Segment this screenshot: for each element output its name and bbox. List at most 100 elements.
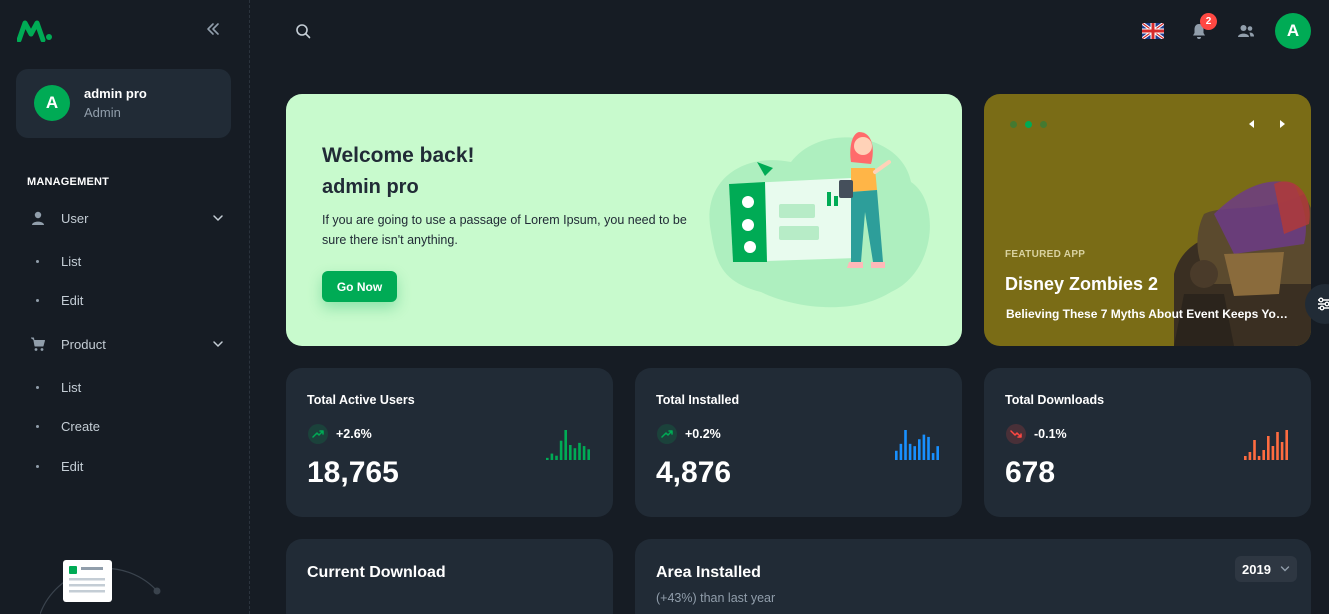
contacts-icon[interactable] bbox=[1237, 23, 1255, 39]
welcome-card: Welcome back! admin pro If you are going… bbox=[286, 94, 962, 346]
trending-up-icon bbox=[308, 424, 328, 444]
sidebar: A admin pro Admin MANAGEMENT User List E… bbox=[0, 0, 250, 614]
sidebar-item-label: Product bbox=[61, 336, 106, 352]
avatar: A bbox=[34, 85, 70, 121]
sparkline-bar bbox=[587, 449, 590, 460]
stat-title: Total Downloads bbox=[1005, 393, 1105, 407]
sparkline-bar bbox=[569, 445, 572, 460]
bullet-icon bbox=[36, 298, 39, 302]
chevron-down-icon bbox=[213, 215, 223, 222]
sidebar-item-product[interactable]: Product bbox=[16, 326, 234, 362]
logo-icon[interactable] bbox=[17, 20, 53, 42]
area-installed-card: Area Installed (+43%) than last year 201… bbox=[635, 539, 1311, 614]
featured-tag: FEATURED APP bbox=[1005, 249, 1086, 260]
sidebar-subitem-user-list[interactable]: List bbox=[16, 244, 234, 278]
account-avatar[interactable]: A bbox=[1275, 13, 1311, 49]
carousel-dot-active[interactable] bbox=[1025, 121, 1032, 128]
sparkline-bar bbox=[1280, 442, 1284, 460]
chevron-down-icon bbox=[1280, 566, 1290, 572]
carousel-dot[interactable] bbox=[1040, 121, 1047, 128]
stat-change: +2.6% bbox=[336, 427, 372, 441]
chevron-left-icon[interactable] bbox=[1246, 118, 1258, 130]
sparkline-bar bbox=[918, 439, 921, 460]
sparkline-bar bbox=[546, 457, 549, 460]
sparkline-bar bbox=[899, 443, 903, 460]
stat-sparkline bbox=[546, 430, 590, 460]
trending-up-icon bbox=[657, 424, 677, 444]
card-title: Current Download bbox=[307, 564, 446, 581]
sparkline-bar bbox=[927, 436, 930, 460]
sidebar-subitem-product-list[interactable]: List bbox=[16, 370, 234, 404]
sparkline-bar bbox=[578, 442, 581, 460]
sidebar-subitem-label: List bbox=[61, 253, 82, 269]
sparkline-bar bbox=[895, 450, 898, 460]
sidebar-item-user[interactable]: User bbox=[16, 200, 234, 236]
collapse-sidebar-icon[interactable] bbox=[204, 20, 222, 38]
current-download-card: Current Download bbox=[286, 539, 613, 614]
card-subtitle: (+43%) than last year bbox=[656, 591, 776, 605]
welcome-title: Welcome back! bbox=[322, 144, 475, 167]
welcome-description: If you are going to use a passage of Lor… bbox=[322, 213, 687, 247]
bullet-icon bbox=[36, 424, 39, 428]
sidebar-subitem-label: List bbox=[61, 379, 82, 395]
sparkline-bar bbox=[1253, 440, 1256, 460]
year-select-value: 2019 bbox=[1242, 561, 1271, 577]
sparkline-bar bbox=[555, 455, 558, 460]
nav-section-title: MANAGEMENT bbox=[27, 176, 110, 188]
stat-sparkline bbox=[895, 430, 939, 460]
sparkline-bar bbox=[1285, 430, 1288, 460]
sparkline-bar bbox=[1248, 452, 1252, 460]
sparkline-bar bbox=[550, 453, 554, 460]
sparkline-bar bbox=[1271, 446, 1275, 460]
featured-title[interactable]: Disney Zombies 2 bbox=[1005, 274, 1158, 295]
sparkline-bar bbox=[904, 430, 907, 460]
stat-card-active-users: Total Active Users +2.6% 18,765 bbox=[286, 368, 613, 517]
sidebar-subitem-product-edit[interactable]: Edit bbox=[16, 449, 234, 483]
stat-change: +0.2% bbox=[685, 427, 721, 441]
account-role: Admin bbox=[84, 105, 121, 120]
chevron-right-icon[interactable] bbox=[1276, 118, 1288, 130]
sparkline-bar bbox=[582, 446, 586, 460]
account-card[interactable]: A admin pro Admin bbox=[16, 69, 231, 138]
trending-down-icon bbox=[1006, 424, 1026, 444]
sparkline-bar bbox=[1257, 456, 1261, 460]
stat-title: Total Installed bbox=[656, 393, 740, 407]
sidebar-subitem-user-edit[interactable]: Edit bbox=[16, 283, 234, 317]
search-icon[interactable] bbox=[295, 23, 311, 39]
sparkline-bar bbox=[1262, 450, 1265, 460]
carousel-dot[interactable] bbox=[1010, 121, 1017, 128]
bullet-icon bbox=[36, 385, 39, 389]
welcome-name: admin pro bbox=[322, 176, 419, 198]
account-name: admin pro bbox=[84, 86, 147, 101]
sparkline-bar bbox=[1276, 432, 1279, 460]
bullet-icon bbox=[36, 464, 39, 468]
stat-card-installed: Total Installed +0.2% 4,876 bbox=[635, 368, 962, 517]
doc-illustration-icon bbox=[40, 560, 161, 614]
sidebar-subitem-label: Edit bbox=[61, 292, 84, 308]
cart-icon bbox=[31, 337, 45, 351]
sparkline-bar bbox=[922, 434, 926, 460]
carousel-dots[interactable] bbox=[1010, 121, 1047, 128]
stat-card-downloads: Total Downloads -0.1% 678 bbox=[984, 368, 1311, 517]
sparkline-bar bbox=[936, 446, 939, 460]
stat-change: -0.1% bbox=[1034, 427, 1067, 441]
stat-sparkline bbox=[1244, 430, 1288, 460]
sidebar-subitem-label: Edit bbox=[61, 458, 84, 474]
sparkline-bar bbox=[559, 440, 563, 460]
sparkline-bar bbox=[573, 448, 577, 460]
stat-title: Total Active Users bbox=[307, 393, 415, 407]
sparkline-bar bbox=[913, 446, 916, 460]
welcome-illustration-icon bbox=[709, 132, 930, 308]
stat-value: 4,876 bbox=[656, 456, 732, 489]
sidebar-subitem-product-create[interactable]: Create bbox=[16, 409, 234, 443]
featured-app-card[interactable]: FEATURED APP Disney Zombies 2 Believing … bbox=[984, 94, 1311, 346]
stat-value: 18,765 bbox=[307, 456, 399, 489]
sidebar-subitem-label: Create bbox=[61, 418, 101, 434]
uk-flag-icon[interactable] bbox=[1142, 23, 1164, 39]
go-now-button[interactable]: Go Now bbox=[322, 271, 397, 302]
sparkline-bar bbox=[1244, 456, 1247, 460]
year-select[interactable]: 2019 bbox=[1235, 556, 1297, 582]
stat-value: 678 bbox=[1005, 456, 1056, 489]
sparkline-bar bbox=[1267, 436, 1270, 460]
sparkline-bar bbox=[931, 453, 935, 460]
